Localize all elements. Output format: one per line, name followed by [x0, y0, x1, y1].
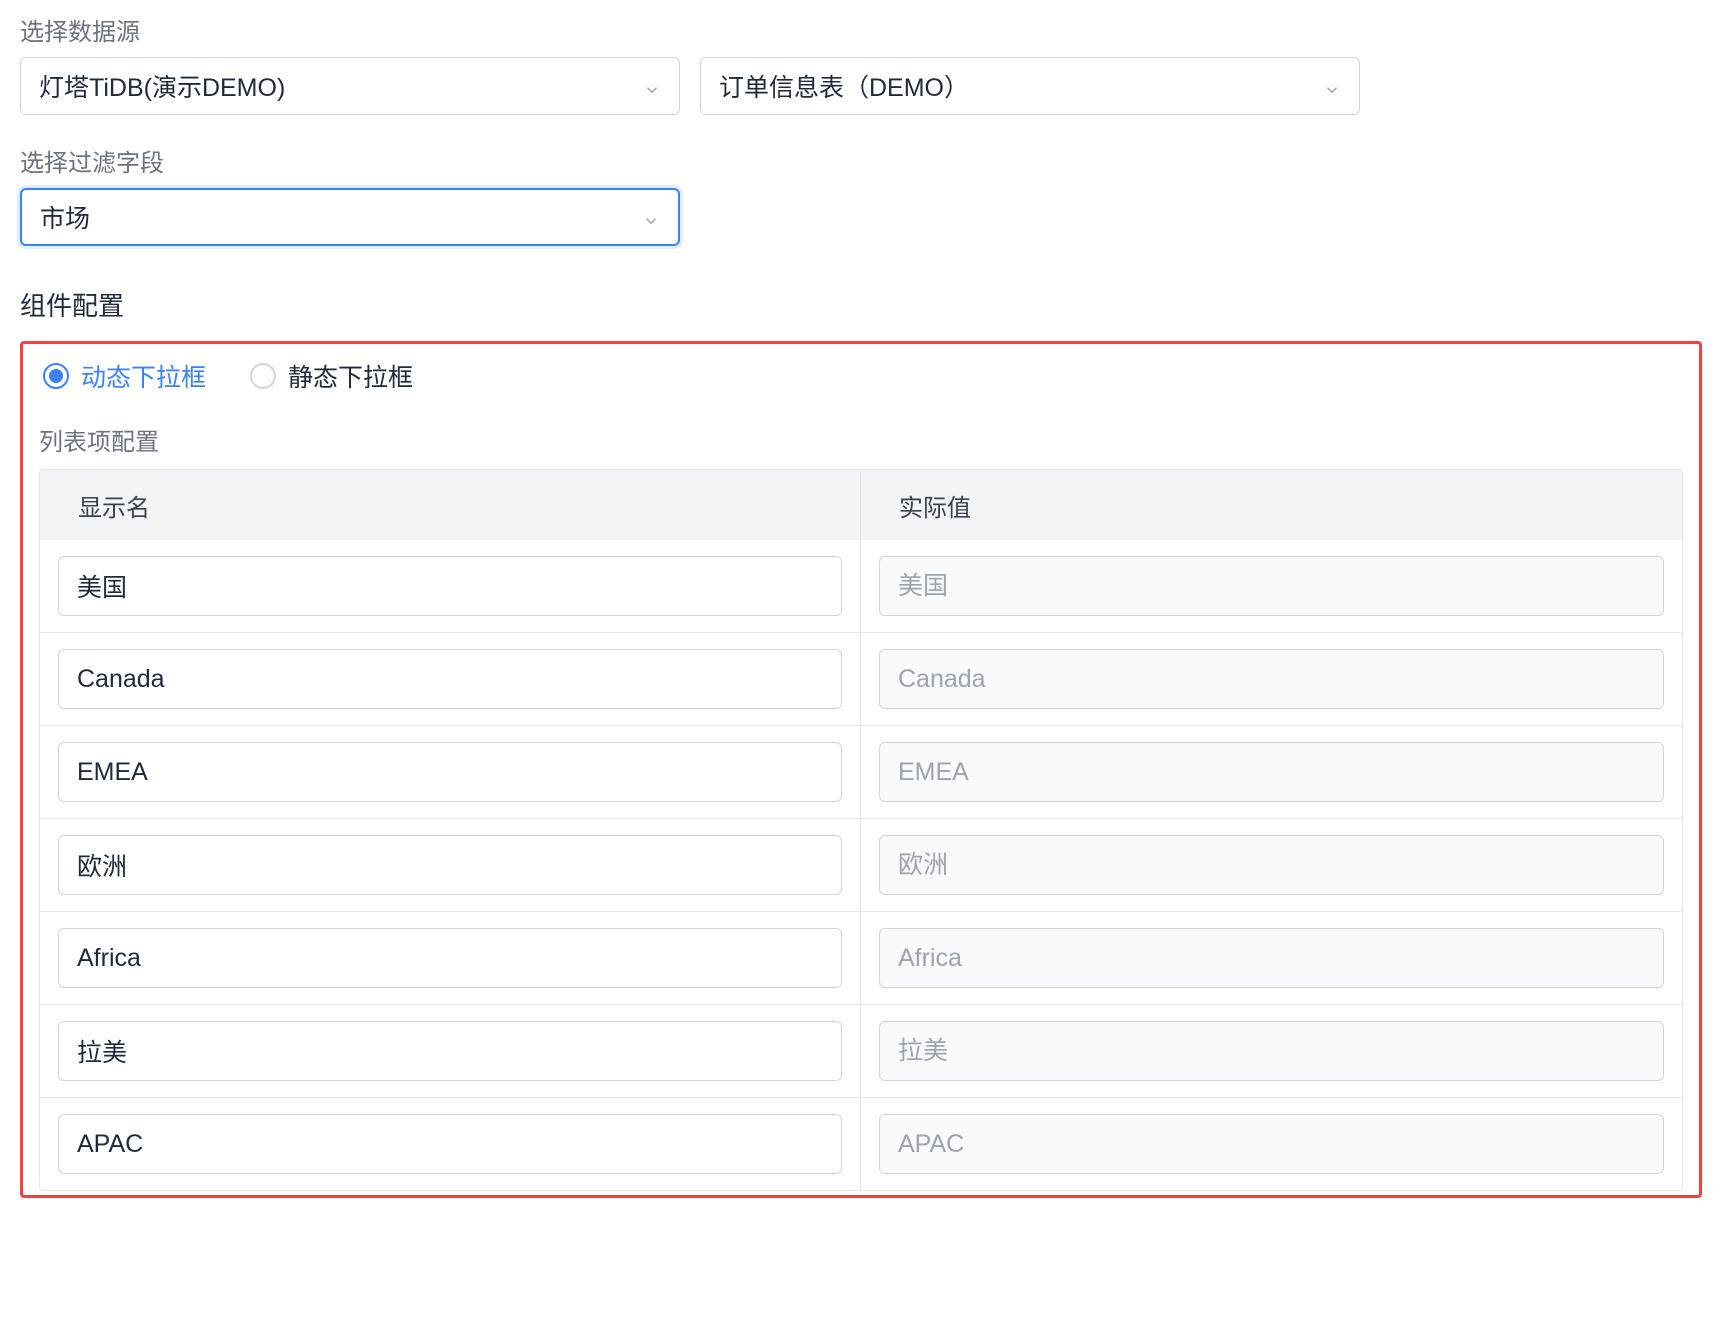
table-row: [40, 725, 1682, 818]
list-config-label: 列表项配置: [39, 422, 1683, 457]
filter-field-select[interactable]: 市场: [20, 188, 680, 246]
radio-static-dropdown[interactable]: 静态下拉框: [250, 358, 413, 394]
list-items-table: 显示名 实际值: [39, 469, 1683, 1191]
actual-value-input: [879, 649, 1664, 709]
filter-field-label: 选择过滤字段: [20, 143, 1702, 178]
datasource-secondary-select[interactable]: 订单信息表（DEMO）: [700, 57, 1360, 115]
actual-value-input: [879, 742, 1664, 802]
display-name-input[interactable]: [58, 556, 842, 616]
table-row: [40, 818, 1682, 911]
component-config-panel: 动态下拉框 静态下拉框 列表项配置 显示名 实际值: [20, 341, 1702, 1198]
td-actual-value: [861, 726, 1682, 818]
table-row: [40, 1004, 1682, 1097]
component-config-title: 组件配置: [20, 286, 1702, 323]
radio-circle-icon: [43, 363, 69, 389]
dropdown-type-radio-group: 动态下拉框 静态下拉框: [39, 358, 1683, 394]
display-name-input[interactable]: [58, 649, 842, 709]
actual-value-input: [879, 556, 1664, 616]
th-display-name: 显示名: [40, 470, 861, 540]
td-actual-value: [861, 819, 1682, 911]
datasource-primary-value: 灯塔TiDB(演示DEMO): [39, 68, 285, 104]
td-display-name: [40, 633, 861, 725]
table-row: [40, 911, 1682, 1004]
radio-dynamic-dropdown[interactable]: 动态下拉框: [43, 358, 206, 394]
chevron-down-icon: [1323, 77, 1341, 95]
td-display-name: [40, 1098, 861, 1190]
datasource-label: 选择数据源: [20, 12, 1702, 47]
actual-value-input: [879, 835, 1664, 895]
td-actual-value: [861, 633, 1682, 725]
datasource-secondary-value: 订单信息表（DEMO）: [719, 68, 969, 104]
chevron-down-icon: [643, 77, 661, 95]
td-actual-value: [861, 912, 1682, 1004]
table-row: [40, 540, 1682, 632]
radio-static-label: 静态下拉框: [288, 358, 413, 394]
td-actual-value: [861, 1098, 1682, 1190]
filter-field-value: 市场: [40, 199, 90, 235]
actual-value-input: [879, 928, 1664, 988]
datasource-primary-select[interactable]: 灯塔TiDB(演示DEMO): [20, 57, 680, 115]
table-row: [40, 632, 1682, 725]
chevron-down-icon: [642, 208, 660, 226]
td-display-name: [40, 819, 861, 911]
table-header: 显示名 实际值: [40, 470, 1682, 540]
display-name-input[interactable]: [58, 835, 842, 895]
td-actual-value: [861, 1005, 1682, 1097]
display-name-input[interactable]: [58, 742, 842, 802]
display-name-input[interactable]: [58, 1021, 842, 1081]
td-display-name: [40, 540, 861, 632]
actual-value-input: [879, 1021, 1664, 1081]
th-actual-value: 实际值: [861, 488, 1682, 523]
td-display-name: [40, 912, 861, 1004]
td-actual-value: [861, 540, 1682, 632]
td-display-name: [40, 726, 861, 818]
radio-dynamic-label: 动态下拉框: [81, 358, 206, 394]
display-name-input[interactable]: [58, 928, 842, 988]
actual-value-input: [879, 1114, 1664, 1174]
table-row: [40, 1097, 1682, 1190]
radio-circle-icon: [250, 363, 276, 389]
radio-dot-icon: [49, 369, 63, 383]
td-display-name: [40, 1005, 861, 1097]
display-name-input[interactable]: [58, 1114, 842, 1174]
